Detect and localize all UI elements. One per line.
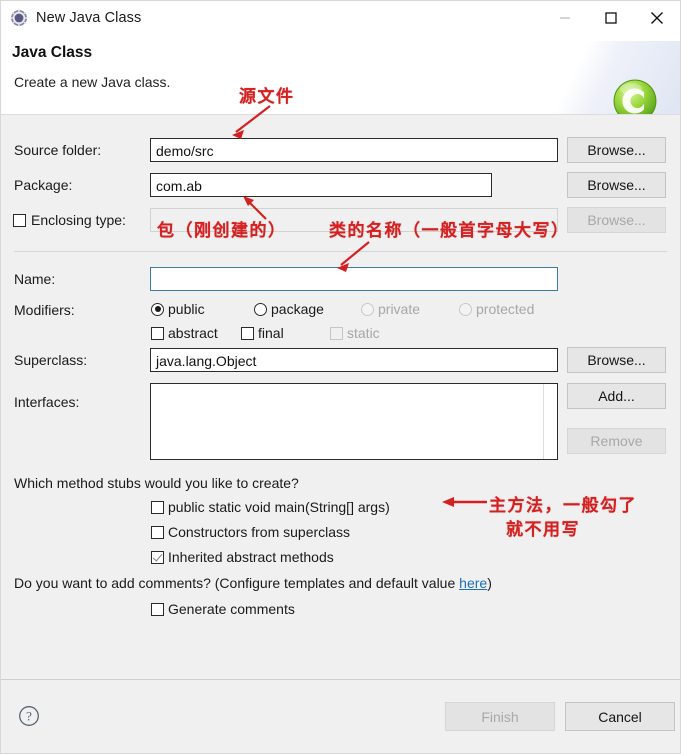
interfaces-remove-button: Remove [567,428,666,454]
dialog-footer: ? Finish Cancel [1,679,680,753]
new-java-class-dialog: New Java Class Java Class Create a new J… [0,0,681,754]
name-input[interactable] [150,267,558,291]
modifiers-row: Modifiers: public package private protec… [1,297,680,323]
checkbox-generate-comments-box[interactable] [151,602,164,616]
source-folder-row: Source folder: demo/src Browse... [1,137,680,163]
finish-button: Finish [445,702,555,731]
enclosing-type-input [150,208,558,232]
stub-checkbox-constructors[interactable]: Constructors from superclass [151,524,350,540]
radio-private-label: private [378,301,421,317]
window-controls [542,1,680,35]
interfaces-row: Interfaces: Add... Remove [1,382,680,462]
checkbox-inherited-label: Inherited abstract methods [168,549,334,565]
enclosing-type-row: Enclosing type: Browse... [1,207,680,233]
window-title: New Java Class [36,10,142,26]
radio-public-label: public [168,301,205,317]
package-label: Package: [14,177,73,193]
modifier-radio-public[interactable]: public [151,301,205,317]
superclass-browse-button[interactable]: Browse... [567,347,666,373]
checkbox-generate-comments-label: Generate comments [168,601,295,617]
interfaces-list[interactable] [150,383,558,460]
package-browse-button[interactable]: Browse... [567,172,666,198]
name-row: Name: [1,266,680,292]
comments-question: Do you want to add comments? (Configure … [14,575,492,591]
page-title: Java Class [12,44,93,61]
modifiers-label: Modifiers: [14,302,75,318]
checkbox-main-box[interactable] [151,500,164,514]
maximize-button[interactable] [588,1,634,35]
checkbox-abstract-label: abstract [168,325,218,341]
checkbox-constructors-box[interactable] [151,525,164,539]
package-row: Package: com.ab Browse... [1,172,680,198]
separator-top [14,251,667,252]
modifier-checkbox-static: static [330,325,380,341]
source-folder-label: Source folder: [14,142,102,158]
page-subtitle: Create a new Java class. [14,74,171,90]
java-class-wizard-icon [10,9,28,27]
modifier-checkbox-final[interactable]: final [241,325,284,341]
generate-comments-checkbox[interactable]: Generate comments [151,601,295,617]
enclosing-type-checkbox-box[interactable] [13,213,26,227]
checkbox-constructors-label: Constructors from superclass [168,524,351,540]
close-button[interactable] [634,1,680,35]
radio-protected-label: protected [476,301,535,317]
source-folder-input[interactable]: demo/src [150,138,558,162]
dialog-body: Source folder: demo/src Browse... Packag… [1,87,680,679]
checkbox-abstract-box[interactable] [151,326,164,340]
annotation-main-method-line1: 主方法，一般勾了 [489,496,637,516]
modifier-checkbox-abstract[interactable]: abstract [151,325,218,341]
green-class-badge-icon [612,78,658,114]
comments-question-prefix: Do you want to add comments? (Configure … [14,575,460,591]
superclass-row: Superclass: java.lang.Object Browse... [1,347,680,373]
title-bar: New Java Class [1,1,680,35]
radio-public-dot[interactable] [151,302,164,316]
modifier-radio-protected: protected [459,301,534,317]
enclosing-type-label: Enclosing type: [31,212,126,228]
checkbox-inherited-box[interactable] [151,550,164,564]
checkbox-static-box [330,326,343,340]
cancel-button[interactable]: Cancel [565,702,675,731]
name-label: Name: [14,271,56,287]
wizard-header: Java Class Create a new Java class. [1,35,680,115]
svg-text:?: ? [26,709,32,724]
interfaces-add-button[interactable]: Add... [567,383,666,409]
configure-templates-link[interactable]: here [459,575,487,591]
radio-package-label: package [271,301,324,317]
annotation-main-method-line2: 就不用写 [506,520,580,540]
interfaces-label: Interfaces: [14,394,80,410]
stub-checkbox-main[interactable]: public static void main(String[] args) [151,499,390,515]
superclass-input[interactable]: java.lang.Object [150,348,558,372]
superclass-label: Superclass: [14,352,88,368]
radio-private-dot [361,302,374,316]
source-folder-browse-button[interactable]: Browse... [567,137,666,163]
enclosing-type-checkbox[interactable]: Enclosing type: [13,212,126,228]
method-stubs-question: Which method stubs would you like to cre… [14,475,299,491]
help-icon[interactable]: ? [18,705,40,727]
checkbox-static-label: static [347,325,380,341]
modifiers-checkbox-row: abstract final static [1,321,680,347]
radio-protected-dot [459,302,472,316]
modifier-radio-private: private [361,301,420,317]
comments-question-suffix: ) [487,575,492,591]
checkbox-final-box[interactable] [241,326,254,340]
stub-checkbox-inherited[interactable]: Inherited abstract methods [151,549,334,565]
checkbox-final-label: final [258,325,284,341]
radio-package-dot[interactable] [254,302,267,316]
package-input[interactable]: com.ab [150,173,492,197]
checkbox-main-label: public static void main(String[] args) [168,499,390,515]
minimize-button[interactable] [542,1,588,35]
modifier-radio-package[interactable]: package [254,301,324,317]
enclosing-type-browse-button: Browse... [567,207,666,233]
